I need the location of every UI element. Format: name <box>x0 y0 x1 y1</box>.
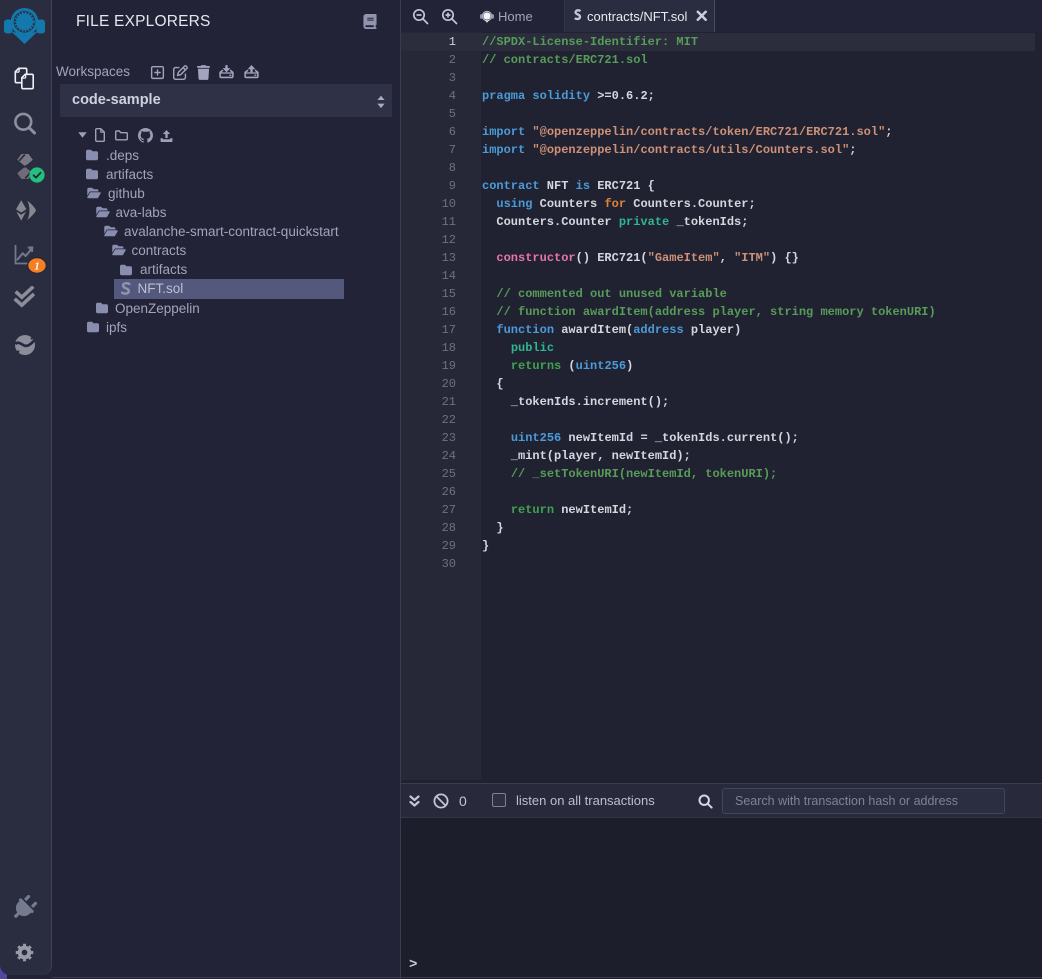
svg-text:1: 1 <box>34 261 39 272</box>
